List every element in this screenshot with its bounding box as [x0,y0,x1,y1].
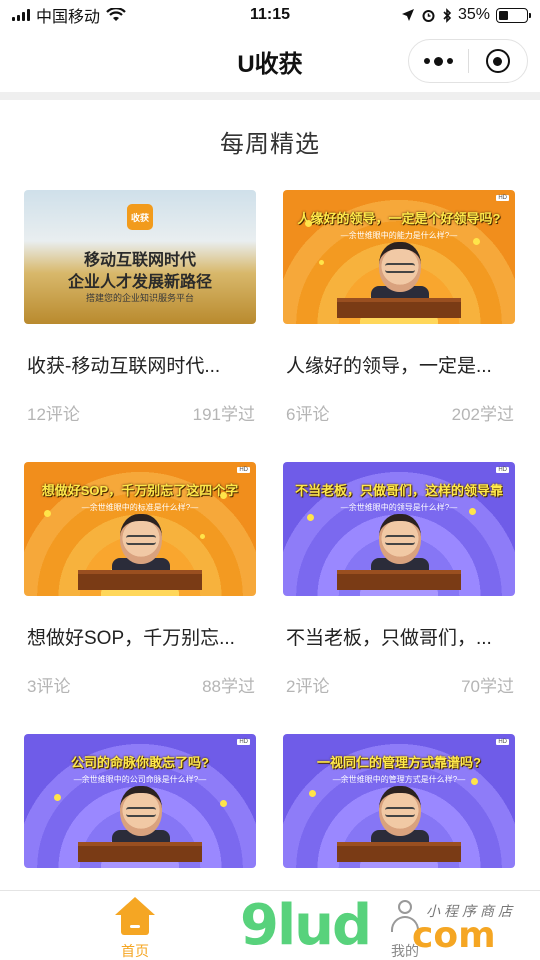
tab-mine[interactable]: 我的 [360,897,450,960]
speaker-face [120,786,162,836]
thumb-headline: 移动互联网时代 [83,252,196,269]
comment-count: 2评论 [286,677,330,696]
lectern [78,570,202,590]
course-thumbnail: HD 不当老板，只做哥们，这样的领导靠谱吗? —余世维眼中的领导是什么样?— [283,462,515,596]
tab-bar: 首页 我的 [0,890,540,960]
tab-home-label: 首页 [121,943,149,959]
thumb-subtitle: —余世维眼中的标准是什么样?— [81,503,199,512]
comment-count: 3评论 [27,677,71,696]
thumb-banner: 人缘好的领导，一定是个好领导吗? [297,211,501,226]
thumb-banner: 一视同仁的管理方式靠谱吗? [317,755,481,770]
speaker-face [379,514,421,564]
comment-count: 12评论 [27,405,80,424]
course-thumbnail: HD 人缘好的领导，一定是个好领导吗? —余世维眼中的能力是什么样?— [283,190,515,324]
learner-count: 191学过 [192,405,255,424]
lectern [78,842,202,862]
course-card[interactable]: HD 人缘好的领导，一定是个好领导吗? —余世维眼中的能力是什么样?— 人缘好的… [283,190,517,450]
tab-home[interactable]: 首页 [90,897,180,960]
hd-badge: HD [496,739,509,745]
hd-badge: HD [237,739,250,745]
hd-badge: HD [496,195,509,201]
alarm-icon [422,9,435,22]
hd-badge: HD [496,467,509,473]
battery-icon [496,7,531,23]
course-title: 收获-移动互联网时代... [27,356,221,377]
course-meta: 12评论 191学过 [27,400,255,425]
course-title: 人缘好的领导，一定是... [286,356,492,377]
nav-divider [0,92,540,100]
thumb-headline-2: 企业人才发展新路径 [67,274,212,291]
mini-program-capsule [408,39,528,83]
bluetooth-icon [443,7,452,23]
course-title: 不当老板，只做哥们，... [286,628,492,649]
thumb-banner: 不当老板，只做哥们，这样的领导靠谱吗? [295,483,503,498]
course-thumbnail: 收获 移动互联网时代 企业人才发展新路径 搭建您的企业知识服务平台 [24,190,256,324]
course-card[interactable]: HD 想做好SOP，千万别忘了这四个字 —余世维眼中的标准是什么样?— 想做好S… [24,462,258,722]
more-button[interactable] [409,40,468,82]
course-card[interactable]: HD 不当老板，只做哥们，这样的领导靠谱吗? —余世维眼中的领导是什么样?— 不… [283,462,517,722]
course-meta: 2评论 70学过 [286,672,514,697]
thumb-banner: 公司的命脉你敢忘了吗? [71,755,209,770]
clock-time: 11:15 [249,6,291,23]
navigation-bar: U收获 [0,30,540,92]
section-title: 每周精选 [220,131,320,158]
speaker-face [379,242,421,292]
course-meta: 3评论 88学过 [27,672,255,697]
user-icon [385,897,425,937]
lectern [337,570,461,590]
battery-percent: 35% [457,6,490,23]
course-thumbnail: HD 公司的命脉你敢忘了吗? —余世维眼中的公司命脉是什么样?— [24,734,256,868]
hd-badge: HD [237,467,250,473]
course-card[interactable]: HD 公司的命脉你敢忘了吗? —余世维眼中的公司命脉是什么样?— [24,734,258,874]
status-bar: 中国移动 11:15 35% [0,0,540,30]
learner-count: 88学过 [202,677,255,696]
battery-level [499,10,509,20]
speaker-face [379,786,421,836]
thumb-caption: 搭建您的企业知识服务平台 [85,293,194,303]
thumb-subtitle: —余世维眼中的领导是什么样?— [340,503,458,512]
course-card[interactable]: 收获 移动互联网时代 企业人才发展新路径 搭建您的企业知识服务平台 收获-移动互… [24,190,258,450]
course-card[interactable]: HD 一视同仁的管理方式靠谱吗? —余世维眼中的管理方式是什么样?— [283,734,517,874]
more-dots-icon [423,56,453,66]
signal-icon [12,9,30,21]
location-arrow-icon [401,9,414,21]
close-button[interactable] [469,40,528,82]
course-meta: 6评论 202学过 [286,400,514,425]
learner-count: 202学过 [451,405,514,424]
status-left: 中国移动 [12,3,126,27]
app-screen: 中国移动 11:15 35% U收获 每周精选 收获 移动互联网时代 企业人才发… [0,0,540,960]
close-target-icon [485,49,510,73]
app-logo: 收获 [127,204,153,230]
learner-count: 70学过 [461,677,514,696]
status-right: 35% [401,6,531,24]
carrier-name: 中国移动 [36,9,101,26]
lectern [337,298,461,318]
speaker-face [120,514,162,564]
lectern [337,842,461,862]
home-icon [113,897,157,937]
course-title: 想做好SOP，千万别忘... [27,628,235,649]
course-thumbnail: HD 想做好SOP，千万别忘了这四个字 —余世维眼中的标准是什么样?— [24,462,256,596]
wifi-icon [106,8,126,21]
course-thumbnail: HD 一视同仁的管理方式靠谱吗? —余世维眼中的管理方式是什么样?— [283,734,515,868]
thumb-banner: 想做好SOP，千万别忘了这四个字 [41,483,239,498]
tab-mine-label: 我的 [391,943,419,959]
comment-count: 6评论 [286,405,330,424]
thumb-subtitle: —余世维眼中的能力是什么样?— [340,231,458,240]
thumb-subtitle: —余世维眼中的公司命脉是什么样?— [73,775,207,784]
page-title: U收获 [237,50,303,78]
thumb-subtitle: —余世维眼中的管理方式是什么样?— [332,775,466,784]
